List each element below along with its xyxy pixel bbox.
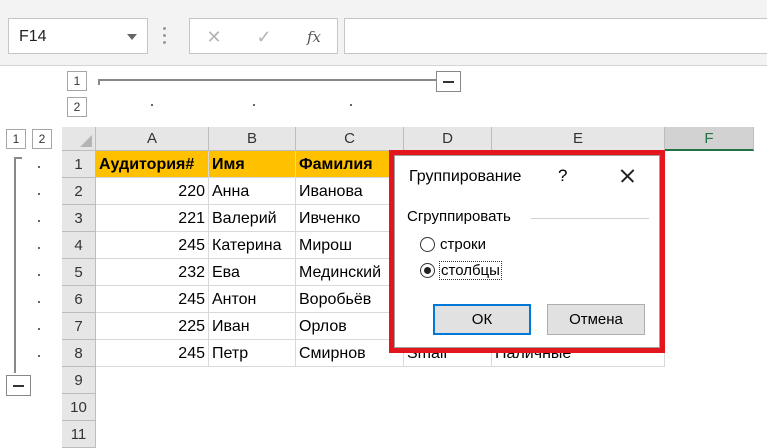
outline-dot bbox=[38, 193, 40, 195]
drag-handle-icon[interactable] bbox=[163, 27, 167, 47]
grid-cell[interactable]: 245 bbox=[96, 232, 209, 259]
grid-cell[interactable]: Мединский bbox=[296, 259, 404, 286]
outline-dot bbox=[38, 247, 40, 249]
row-header[interactable]: 9 bbox=[62, 367, 96, 394]
column-header-d[interactable]: D bbox=[404, 127, 492, 151]
grid-cell[interactable]: Антон bbox=[209, 286, 296, 313]
row-header[interactable]: 7 bbox=[62, 313, 96, 340]
grid-cell[interactable]: 225 bbox=[96, 313, 209, 340]
grid-cell[interactable]: Орлов bbox=[296, 313, 404, 340]
grid-cell[interactable]: Ивченко bbox=[296, 205, 404, 232]
name-box-value: F14 bbox=[19, 28, 47, 45]
row-header[interactable]: 10 bbox=[62, 394, 96, 421]
outline-dot bbox=[38, 301, 40, 303]
insert-function-icon[interactable]: fx bbox=[302, 25, 326, 49]
cancel-button[interactable]: Отмена bbox=[547, 304, 645, 335]
group-divider bbox=[531, 218, 649, 219]
grid-cell[interactable]: Аудитория# bbox=[96, 151, 209, 178]
grid-cell[interactable]: Имя bbox=[209, 151, 296, 178]
column-outline-bracket bbox=[98, 79, 436, 81]
outline-dot bbox=[151, 104, 153, 106]
formula-buttons: ✕ ✓ fx bbox=[189, 18, 338, 54]
confirm-entry-icon[interactable]: ✓ bbox=[252, 25, 276, 49]
grid-cell[interactable]: Валерий bbox=[209, 205, 296, 232]
row-header[interactable]: 5 bbox=[62, 259, 96, 286]
row-header[interactable]: 6 bbox=[62, 286, 96, 313]
grid-cell[interactable]: 245 bbox=[96, 340, 209, 367]
grid-cell[interactable]: Воробьёв bbox=[296, 286, 404, 313]
grid-cell[interactable]: Иван bbox=[209, 313, 296, 340]
ok-button[interactable]: ОК bbox=[433, 304, 531, 335]
column-header-a[interactable]: A bbox=[96, 127, 209, 151]
select-all-button[interactable] bbox=[62, 127, 96, 151]
grid-cell[interactable]: 245 bbox=[96, 286, 209, 313]
grid-cell[interactable]: 232 bbox=[96, 259, 209, 286]
column-header-b[interactable]: B bbox=[209, 127, 296, 151]
row-header[interactable]: 2 bbox=[62, 178, 96, 205]
outline-dot bbox=[38, 328, 40, 330]
outline-dot bbox=[350, 104, 352, 106]
radio-rows[interactable] bbox=[420, 237, 435, 252]
radio-rows-label[interactable]: строки bbox=[440, 236, 486, 253]
radio-columns[interactable] bbox=[420, 263, 435, 278]
row-collapse-button[interactable] bbox=[6, 375, 31, 396]
row-outline-bracket-end bbox=[14, 157, 22, 159]
grid-cell[interactable]: Анна bbox=[209, 178, 296, 205]
row-outline-level-1-button[interactable]: 1 bbox=[6, 129, 26, 149]
row-header[interactable]: 8 bbox=[62, 340, 96, 367]
grid-cell[interactable]: 221 bbox=[96, 205, 209, 232]
close-icon[interactable] bbox=[613, 162, 641, 190]
row-header[interactable]: 11 bbox=[62, 421, 96, 448]
outline-dot bbox=[253, 104, 255, 106]
grid-cell[interactable]: Петр bbox=[209, 340, 296, 367]
grid-cell[interactable]: Катерина bbox=[209, 232, 296, 259]
grid-cell[interactable]: Иванова bbox=[296, 178, 404, 205]
column-header-c[interactable]: C bbox=[296, 127, 404, 151]
grid-cell[interactable]: Ева bbox=[209, 259, 296, 286]
column-header-e[interactable]: E bbox=[492, 127, 665, 151]
column-collapse-button[interactable] bbox=[436, 71, 461, 92]
outline-dot bbox=[38, 220, 40, 222]
grid-cell[interactable]: 220 bbox=[96, 178, 209, 205]
row-outline-bracket bbox=[14, 157, 16, 373]
column-header-f[interactable]: F bbox=[665, 127, 754, 151]
row-outline-level-2-button[interactable]: 2 bbox=[32, 129, 52, 149]
dialog-title: Группирование bbox=[409, 168, 522, 185]
column-outline-level-1-button[interactable]: 1 bbox=[67, 71, 87, 91]
formula-bar: F14 ✕ ✓ fx bbox=[0, 0, 767, 66]
radio-columns-label[interactable]: столбцы bbox=[439, 261, 502, 280]
group-by-label: Сгруппировать bbox=[407, 208, 511, 225]
help-button[interactable]: ? bbox=[558, 166, 567, 186]
row-header[interactable]: 3 bbox=[62, 205, 96, 232]
outline-dot bbox=[38, 166, 40, 168]
row-header[interactable]: 4 bbox=[62, 232, 96, 259]
column-outline-bracket-end bbox=[98, 79, 100, 85]
chevron-down-icon[interactable] bbox=[127, 34, 137, 40]
grid-cell[interactable]: Смирнов bbox=[296, 340, 404, 367]
outline-dot bbox=[38, 355, 40, 357]
name-box[interactable]: F14 bbox=[8, 18, 148, 54]
column-outline-level-2-button[interactable]: 2 bbox=[67, 97, 87, 117]
formula-input[interactable] bbox=[344, 18, 767, 54]
outline-dot bbox=[38, 274, 40, 276]
grid-cell[interactable]: Фамилия bbox=[296, 151, 404, 178]
row-header[interactable]: 1 bbox=[62, 151, 96, 178]
grid-cell[interactable]: Мирош bbox=[296, 232, 404, 259]
cancel-entry-icon[interactable]: ✕ bbox=[202, 25, 226, 49]
group-dialog: Группирование ? Сгруппировать строки сто… bbox=[394, 155, 660, 348]
